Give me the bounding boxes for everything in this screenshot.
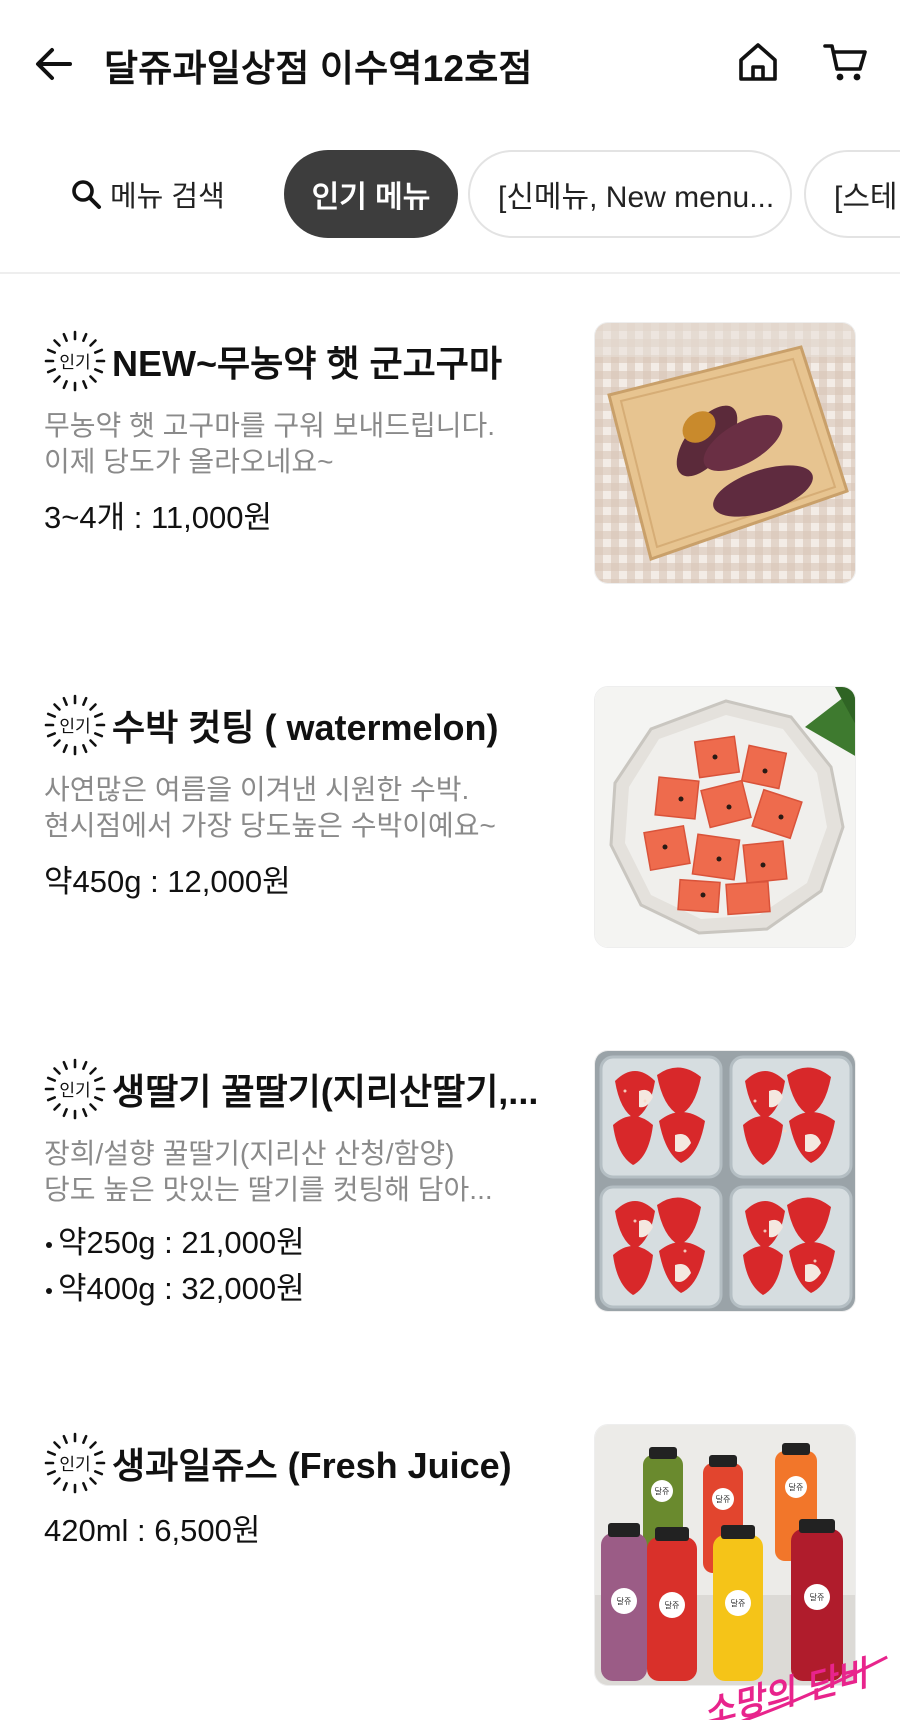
item-title: 생딸기 꿀딸기(지리산딸기,... (112, 1071, 539, 1112)
tab-popular-menu[interactable]: 인기 메뉴 (284, 150, 458, 238)
bullet (46, 1241, 52, 1248)
item-title: NEW~무농약 햇 군고구마 (112, 343, 502, 384)
svg-text:인기: 인기 (59, 1081, 90, 1101)
item-price: 3~4개 : 11,000원 (44, 500, 272, 535)
page-title: 달쥬과일상점 이수역12호점 (104, 48, 533, 89)
svg-text:달쥬: 달쥬 (655, 1487, 670, 1496)
menu-item-strawberry[interactable]: 인기 생딸기 꿀딸기(지리산딸기,... 장희/설향 꿀딸기(지리산 산청/함양… (0, 1050, 900, 1340)
svg-text:달쥬: 달쥬 (731, 1599, 746, 1608)
back-button[interactable] (30, 40, 78, 88)
svg-text:달쥬: 달쥬 (617, 1597, 632, 1606)
cart-icon (823, 44, 867, 81)
item-description: 사연많은 여름을 이겨낸 시원한 수박. 현시점에서 가장 당도높은 수박이예요… (44, 774, 496, 841)
sweet-potato-image (594, 322, 856, 584)
item-title-row: 인기 생과일쥬스 (Fresh Juice) (44, 1432, 574, 1494)
popular-badge-icon: 인기 (44, 1058, 106, 1120)
menu-item-sweet-potato[interactable]: 인기 NEW~무농약 햇 군고구마 무농약 햇 고구마를 구워 보내드립니다. … (0, 322, 900, 612)
item-title-row: 인기 수박 컷팅 ( watermelon) (44, 694, 574, 756)
svg-text:인기: 인기 (59, 353, 90, 373)
popular-badge-icon: 인기 (44, 330, 106, 392)
menu-search-tab[interactable]: 메뉴 검색 (70, 164, 225, 224)
search-icon (72, 180, 101, 209)
svg-text:소망의 단비: 소망의 단비 (699, 1653, 876, 1720)
bullet (46, 1287, 52, 1294)
svg-text:달쥬: 달쥬 (810, 1593, 825, 1602)
menu-search-label: 메뉴 검색 (110, 181, 225, 213)
svg-text:인기: 인기 (59, 717, 90, 737)
home-button[interactable] (732, 36, 784, 88)
svg-text:달쥬: 달쥬 (665, 1601, 680, 1610)
watermark: 소망의 단비 (699, 1653, 888, 1720)
watermelon-image (594, 686, 856, 948)
item-title: 수박 컷팅 ( watermelon) (112, 707, 499, 748)
app-header: 달쥬과일상점 이수역12호점 (0, 0, 900, 125)
item-description: 장희/설향 꿀딸기(지리산 산청/함양) 당도 높은 맛있는 딸기를 컷팅해 담… (44, 1138, 493, 1205)
item-price: 약400g : 32,000원 (44, 1266, 305, 1312)
item-price: 약450g : 12,000원 (44, 864, 291, 899)
item-title: 생과일쥬스 (Fresh Juice) (112, 1445, 512, 1486)
item-title-row: 인기 NEW~무농약 햇 군고구마 (44, 330, 574, 392)
svg-text:달쥬: 달쥬 (716, 1495, 731, 1504)
popular-badge-icon: 인기 (44, 1432, 106, 1494)
item-title-row: 인기 생딸기 꿀딸기(지리산딸기,... (44, 1058, 574, 1120)
svg-text:인기: 인기 (59, 1455, 90, 1475)
tab-new-menu[interactable]: [신메뉴, New menu... (468, 150, 792, 238)
item-price: 420ml : 6,500원 (44, 1513, 261, 1548)
item-description: 무농약 햇 고구마를 구워 보내드립니다. 이제 당도가 올라오네요~ (44, 410, 496, 477)
category-tabs: 메뉴 검색 인기 메뉴 [신메뉴, New menu... [스테비 (0, 150, 900, 242)
svg-text:달쥬: 달쥬 (789, 1483, 804, 1492)
strawberry-image (594, 1050, 856, 1312)
cart-button[interactable] (818, 36, 874, 88)
divider (0, 272, 900, 274)
arrow-left-icon (36, 48, 72, 80)
menu-item-watermelon[interactable]: 인기 수박 컷팅 ( watermelon) 사연많은 여름을 이겨낸 시원한 … (0, 686, 900, 976)
tab-stevia[interactable]: [스테비 (804, 150, 900, 238)
item-price: 약250g : 21,000원 (44, 1220, 305, 1266)
popular-badge-icon: 인기 (44, 694, 106, 756)
home-icon (739, 43, 777, 81)
